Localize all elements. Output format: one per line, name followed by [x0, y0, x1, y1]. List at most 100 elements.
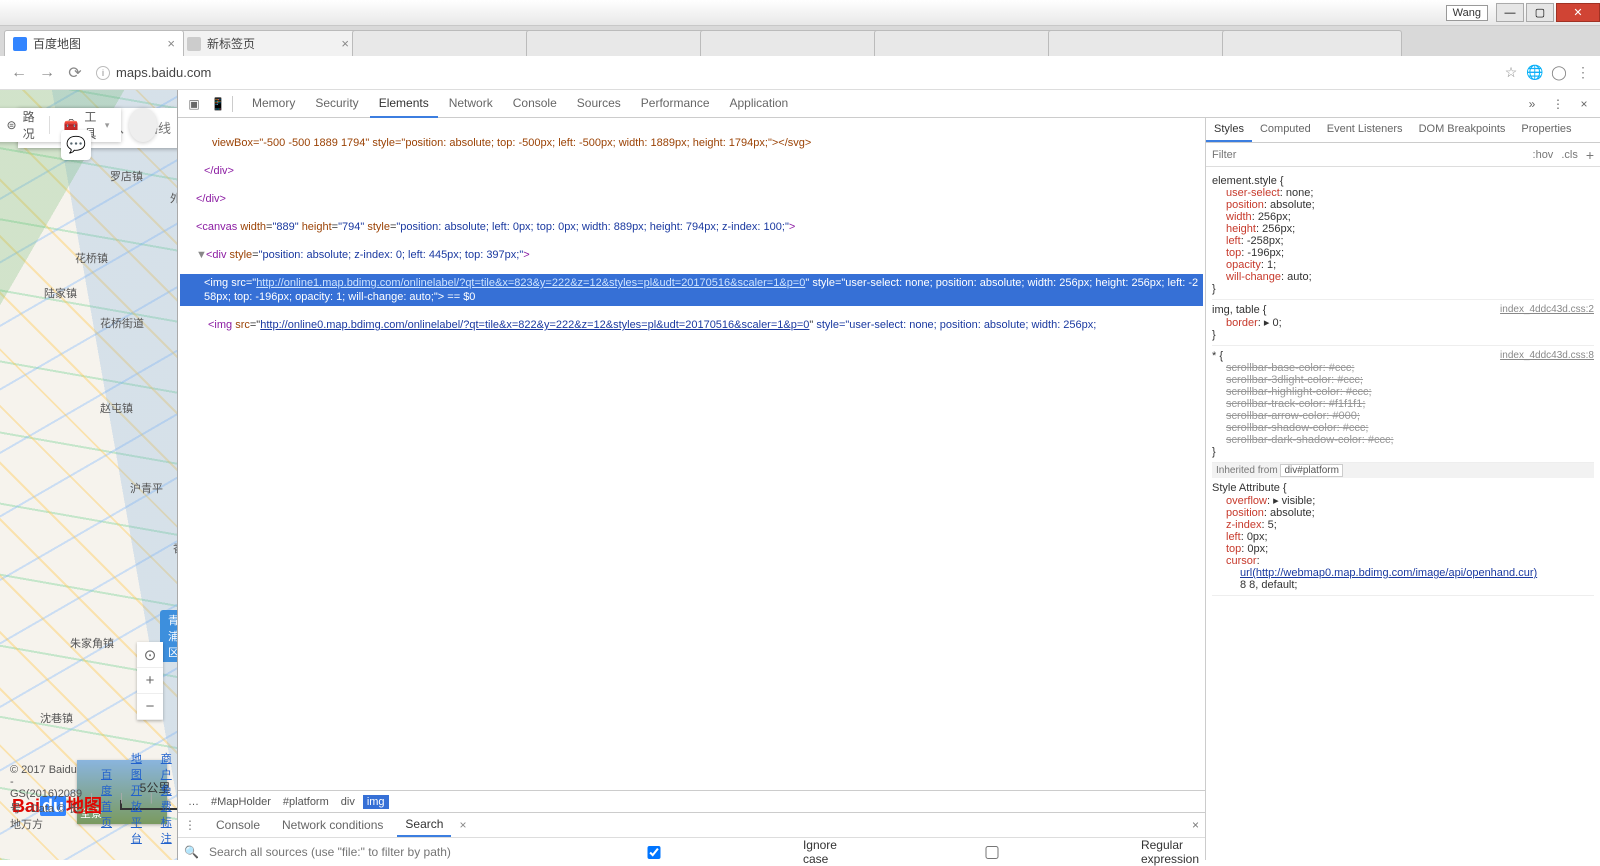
info-icon: i	[96, 66, 110, 80]
styles-tab-dom-breakpoints[interactable]: DOM Breakpoints	[1411, 118, 1514, 142]
drawer-tab-network[interactable]: Network conditions	[274, 814, 391, 836]
map-label: 罗店镇	[110, 168, 143, 184]
forward-button[interactable]: →	[36, 62, 58, 84]
drawer-tab-console[interactable]: Console	[208, 814, 268, 836]
drawer-tab-search[interactable]: Search	[397, 813, 451, 837]
devtools-tab-performance[interactable]: Performance	[632, 90, 719, 118]
browser-tab-ghost[interactable]	[1222, 30, 1402, 56]
search-icon: 🔍	[184, 845, 199, 859]
address-bar[interactable]: i maps.baidu.com	[92, 61, 1496, 85]
selected-node[interactable]: <img src="http://online1.map.bdimg.com/o…	[180, 274, 1203, 306]
dom-breadcrumb: … #MapHolder #platform div img	[178, 790, 1205, 812]
map-label: 花桥街道	[100, 315, 144, 331]
traffic-label: 路况	[23, 108, 35, 142]
zoom-in-button[interactable]: +	[137, 668, 163, 694]
checkbox-label: Ignore case	[803, 838, 837, 866]
kebab-icon[interactable]: ⋮	[1548, 94, 1568, 114]
kebab-icon[interactable]: ⋮	[184, 818, 196, 832]
copyright-text: © 2017 Baidu - GS(2016)2089号 - Data © 长地…	[10, 764, 82, 832]
styles-tab-properties[interactable]: Properties	[1513, 118, 1579, 142]
map-label: 沪青平	[130, 480, 163, 496]
crumb-selected[interactable]: img	[363, 795, 389, 809]
more-tabs-icon[interactable]: »	[1522, 94, 1542, 114]
browser-tab-ghost[interactable]	[1048, 30, 1228, 56]
styles-panel: StylesComputedEvent ListenersDOM Breakpo…	[1205, 118, 1600, 860]
browser-tab-newtab[interactable]: 新标签页 ×	[178, 30, 358, 56]
footer-link[interactable]: 百度首页	[101, 766, 112, 830]
elements-panel: viewBox="-500 -500 1889 1794" style="pos…	[178, 118, 1205, 860]
map-footer: © 2017 Baidu - GS(2016)2089号 - Data © 长地…	[10, 742, 178, 854]
img-src-url: http://online1.map.bdimg.com/onlinelabel…	[256, 277, 805, 289]
zoom-control: ⊙ + −	[137, 642, 163, 720]
window-maximize-button[interactable]: ▢	[1526, 3, 1554, 22]
close-icon[interactable]: ×	[1192, 818, 1199, 832]
close-icon[interactable]: ×	[167, 36, 175, 51]
checkbox-label: Regular expression	[1141, 838, 1199, 866]
styles-filter-input[interactable]	[1212, 149, 1529, 161]
chevron-down-icon: ▾	[105, 120, 110, 131]
devtools-tab-sources[interactable]: Sources	[568, 90, 630, 118]
styles-tab-computed[interactable]: Computed	[1252, 118, 1319, 142]
zoom-out-button[interactable]: −	[137, 694, 163, 720]
window-minimize-button[interactable]: —	[1496, 3, 1524, 22]
reload-button[interactable]: ⟳	[64, 62, 86, 84]
devtools-tab-application[interactable]: Application	[721, 90, 798, 118]
close-icon[interactable]: ×	[459, 818, 466, 832]
devtools-tab-security[interactable]: Security	[306, 90, 367, 118]
devtools-tab-console[interactable]: Console	[504, 90, 566, 118]
browser-tab-baidu-map[interactable]: 百度地图 ×	[4, 30, 184, 56]
zoom-reset-button[interactable]: ⊙	[137, 642, 163, 668]
code-line: </div>	[196, 193, 226, 205]
close-icon[interactable]: ×	[1574, 94, 1594, 114]
code-rest: style="user-select: none; position: abso…	[813, 319, 1096, 331]
inspect-icon[interactable]: ▣	[184, 94, 204, 114]
browser-toolbar: ← → ⟳ i maps.baidu.com ☆ 🌐 ◯ ⋮	[0, 56, 1600, 90]
globe-icon[interactable]: 🌐	[1526, 64, 1544, 82]
browser-tab-ghost[interactable]	[526, 30, 706, 56]
feedback-icon[interactable]: 💬	[61, 130, 91, 160]
menu-icon[interactable]: ⋮	[1574, 64, 1592, 82]
close-icon[interactable]: ×	[341, 36, 349, 51]
styles-tab-event-listeners[interactable]: Event Listeners	[1319, 118, 1411, 142]
crumb[interactable]: #MapHolder	[207, 795, 275, 809]
tab-title: 新标签页	[207, 35, 255, 52]
style-rules[interactable]: element.style {user-select: none;positio…	[1206, 167, 1600, 860]
map-label: 香花桥镇	[173, 540, 178, 556]
crumb[interactable]: #platform	[279, 795, 333, 809]
img-src-url: http://online0.map.bdimg.com/onlinelabel…	[260, 319, 809, 331]
map-label: 外冈镇	[170, 190, 178, 206]
device-icon[interactable]: 📱	[208, 94, 228, 114]
styles-tab-styles[interactable]: Styles	[1206, 118, 1252, 142]
window-close-button[interactable]: ✕	[1556, 3, 1600, 22]
map-canvas[interactable]: img 256 × 256 ↱ 🔍 ☁ 上海市 ▾ ⊜ 路况 🧰 工具 ▾ �	[0, 90, 178, 860]
star-icon[interactable]: ☆	[1502, 64, 1520, 82]
devtools-panel: ▣ 📱 MemorySecurityElementsNetworkConsole…	[178, 90, 1600, 860]
ignore-case-checkbox[interactable]: Ignore case	[509, 838, 837, 866]
browser-tab-ghost[interactable]	[700, 30, 880, 56]
shield-icon[interactable]: ◯	[1550, 64, 1568, 82]
avatar[interactable]	[129, 108, 157, 142]
regex-checkbox[interactable]: Regular expression	[847, 838, 1199, 866]
back-button[interactable]: ←	[8, 62, 30, 84]
browser-tab-ghost[interactable]	[352, 30, 532, 56]
url-text: maps.baidu.com	[116, 65, 211, 80]
devtools-tab-network[interactable]: Network	[440, 90, 502, 118]
crumb[interactable]: div	[337, 795, 359, 809]
code-line: viewBox="-500 -500 1889 1794" style="pos…	[212, 137, 811, 149]
crumb[interactable]: …	[184, 795, 203, 809]
map-label: 花桥镇	[75, 250, 108, 266]
browser-tab-ghost[interactable]	[874, 30, 1054, 56]
map-label: 陆家镇	[44, 285, 77, 301]
devtools-tab-elements[interactable]: Elements	[370, 90, 438, 118]
hov-toggle[interactable]: :hov	[1533, 149, 1554, 161]
dom-tree[interactable]: viewBox="-500 -500 1889 1794" style="pos…	[178, 118, 1205, 790]
footer-link[interactable]: 地图开放平台	[131, 750, 142, 846]
traffic-icon: ⊜	[7, 118, 17, 132]
footer-link[interactable]: 商户免费标注	[161, 750, 172, 846]
cls-toggle[interactable]: .cls	[1561, 149, 1578, 161]
new-rule-button[interactable]: +	[1586, 147, 1594, 163]
global-search-input[interactable]	[209, 845, 499, 859]
code-line: </div>	[204, 165, 234, 177]
devtools-drawer: ⋮ Console Network conditions Search × × …	[178, 812, 1205, 860]
devtools-tab-memory[interactable]: Memory	[243, 90, 304, 118]
